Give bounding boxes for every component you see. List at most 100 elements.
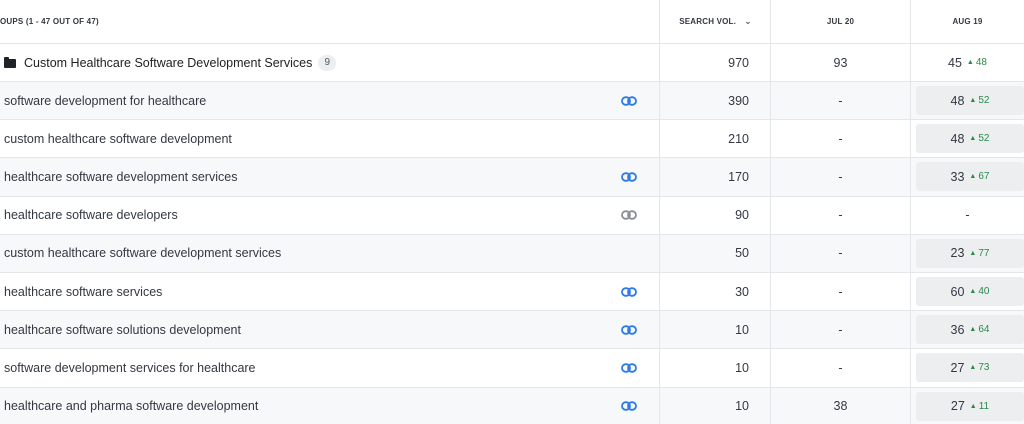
column-divider xyxy=(910,0,911,424)
triangle-up-icon: ▲ xyxy=(969,249,977,257)
keyword-groups-table: OUPS (1 - 47 OUT OF 47) SEARCH VOL. ⌄ JU… xyxy=(0,0,1024,424)
link-cell xyxy=(618,158,640,195)
link-cell xyxy=(618,120,640,157)
aug-rank-delta: ▲ 73 xyxy=(969,362,989,373)
aug-rank-cell: 36 ▲ 64 xyxy=(916,315,1024,345)
triangle-up-icon: ▲ xyxy=(969,326,977,334)
link-cell xyxy=(618,273,640,310)
link-cell xyxy=(618,349,640,386)
jul-rank-cell: - xyxy=(838,360,843,375)
jul-rank-cell: - xyxy=(838,284,843,299)
link-icon[interactable] xyxy=(621,325,637,335)
link-icon[interactable] xyxy=(621,363,637,373)
jul-rank-cell: - xyxy=(838,246,843,261)
aug-rank-delta-value: 67 xyxy=(978,171,990,183)
keyword-cell[interactable]: healthcare software solutions developmen… xyxy=(4,311,604,348)
groups-count-label: OUPS (1 - 47 OUT OF 47) xyxy=(0,17,99,26)
search-volume-cell: 170 xyxy=(728,169,749,184)
keyword-cell[interactable]: custom healthcare software development xyxy=(4,120,604,157)
column-divider xyxy=(659,0,660,424)
search-volume-header-label: SEARCH VOL. xyxy=(679,17,737,26)
table-row[interactable]: healthcare software solutions developmen… xyxy=(0,311,1024,350)
link-cell xyxy=(618,311,640,348)
table-row[interactable]: healthcare software services 30 - 60 ▲ 40 xyxy=(0,273,1024,312)
link-icon[interactable] xyxy=(621,286,637,297)
aug-rank-value: 48 xyxy=(950,93,965,108)
aug-rank-value: 60 xyxy=(950,284,965,299)
keyword-cell[interactable]: healthcare software services xyxy=(4,273,604,310)
search-volume-cell: 10 xyxy=(735,360,749,375)
aug-rank-cell: - xyxy=(965,208,970,223)
triangle-up-icon: ▲ xyxy=(966,59,974,66)
link-icon[interactable] xyxy=(621,172,637,182)
keyword-cell[interactable]: healthcare software development services xyxy=(4,158,604,195)
aug-rank-delta-value: 11 xyxy=(978,400,990,412)
keyword-cell[interactable]: healthcare software developers xyxy=(4,197,604,234)
aug-rank-value: 33 xyxy=(950,169,965,184)
aug-rank-delta: ▲ 11 xyxy=(970,401,989,412)
group-jul-rank: 93 xyxy=(833,55,848,70)
group-aug-delta: ▲ 48 xyxy=(967,57,987,68)
group-aug-rank: 45 ▲ 48 xyxy=(911,44,1024,81)
aug-rank-delta: ▲ 77 xyxy=(969,248,989,259)
aug-rank-value: 27 xyxy=(950,399,965,414)
aug-rank-delta-value: 64 xyxy=(978,324,990,336)
link-icon[interactable] xyxy=(621,95,637,106)
search-volume-cell: 10 xyxy=(735,322,749,337)
triangle-up-icon: ▲ xyxy=(969,135,977,143)
link-cell xyxy=(618,197,640,234)
jul-rank-cell: - xyxy=(838,93,843,108)
group-aug-value: 45 xyxy=(948,55,962,70)
jul-rank-cell: - xyxy=(838,169,843,184)
keyword-cell[interactable]: custom healthcare software development s… xyxy=(4,235,604,272)
aug-rank-delta-value: 77 xyxy=(978,247,990,259)
table-row[interactable]: custom healthcare software development 2… xyxy=(0,120,1024,159)
aug-rank-delta-value: 52 xyxy=(978,133,990,145)
triangle-up-icon: ▲ xyxy=(969,288,977,295)
jul-rank-cell: - xyxy=(838,208,843,223)
aug-rank-delta: ▲ 67 xyxy=(969,171,989,182)
keyword-cell[interactable]: healthcare and pharma software developme… xyxy=(4,388,604,424)
aug-rank-value: 27 xyxy=(950,360,965,375)
search-volume-cell: 210 xyxy=(728,131,749,146)
keyword-cell[interactable]: software development for healthcare xyxy=(4,82,604,119)
group-name-cell[interactable]: Custom Healthcare Software Development S… xyxy=(4,44,604,81)
aug-rank-value: 48 xyxy=(950,131,965,146)
table-header: OUPS (1 - 47 OUT OF 47) SEARCH VOL. ⌄ JU… xyxy=(0,0,1024,44)
triangle-up-icon: ▲ xyxy=(969,97,977,104)
search-volume-cell: 390 xyxy=(728,93,749,108)
link-cell xyxy=(618,388,640,424)
aug-rank-delta: ▲ 52 xyxy=(969,133,989,144)
group-row[interactable]: Custom Healthcare Software Development S… xyxy=(0,44,1024,82)
aug-rank-delta: ▲ 64 xyxy=(969,324,989,335)
search-volume-cell: 50 xyxy=(735,246,749,261)
jul-rank-cell: - xyxy=(838,322,843,337)
search-volume-column-header[interactable]: SEARCH VOL. ⌄ xyxy=(660,0,771,43)
table-row[interactable]: software development services for health… xyxy=(0,349,1024,388)
group-count-badge: 9 xyxy=(318,54,337,71)
table-row[interactable]: software development for healthcare 390 … xyxy=(0,82,1024,121)
jul-rank-cell: - xyxy=(838,131,843,146)
search-volume-cell: 90 xyxy=(735,208,749,223)
table-row[interactable]: healthcare software development services… xyxy=(0,158,1024,197)
group-aug-delta-value: 48 xyxy=(975,57,987,68)
group-name[interactable]: Custom Healthcare Software Development S… xyxy=(24,56,312,70)
triangle-up-icon: ▲ xyxy=(969,402,977,410)
table-row[interactable]: healthcare and pharma software developme… xyxy=(0,387,1024,424)
jul-rank-cell: 38 xyxy=(833,399,848,414)
link-cell xyxy=(618,235,640,272)
link-icon[interactable] xyxy=(621,210,637,220)
jul-column-header[interactable]: JUL 20 xyxy=(771,0,910,43)
table-row[interactable]: healthcare software developers 90 - - xyxy=(0,196,1024,235)
aug-rank-cell: 27 ▲ 11 xyxy=(916,391,1024,421)
keyword-cell[interactable]: software development services for health… xyxy=(4,349,604,386)
table-row[interactable]: custom healthcare software development s… xyxy=(0,234,1024,273)
link-icon[interactable] xyxy=(621,401,637,411)
aug-rank-cell: 48 ▲ 52 xyxy=(916,124,1024,154)
aug-rank-value: 36 xyxy=(950,322,965,337)
folder-icon xyxy=(4,56,16,68)
aug-column-header[interactable]: AUG 19 xyxy=(911,0,1024,43)
aug-rank-cell: 23 ▲ 77 xyxy=(916,238,1024,268)
chevron-down-icon[interactable]: ⌄ xyxy=(744,16,752,27)
triangle-up-icon: ▲ xyxy=(969,173,977,181)
